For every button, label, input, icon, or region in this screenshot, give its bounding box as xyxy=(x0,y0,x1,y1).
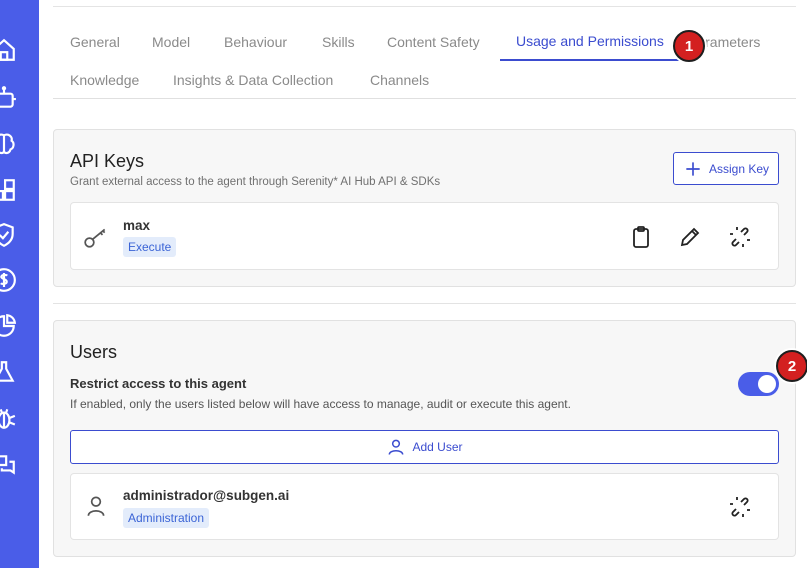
shield-icon[interactable] xyxy=(0,221,20,249)
tab-content-safety[interactable]: Content Safety xyxy=(387,33,480,51)
add-user-label: Add User xyxy=(412,440,463,454)
pie-chart-icon[interactable] xyxy=(0,312,20,340)
robot-icon[interactable] xyxy=(0,84,20,112)
section-divider xyxy=(53,303,796,304)
assign-key-button[interactable]: Assign Key xyxy=(673,152,779,185)
top-divider xyxy=(53,6,796,7)
blocks-icon[interactable] xyxy=(0,176,20,204)
annotation-badge-1: 1 xyxy=(673,30,705,62)
api-key-row: max Execute xyxy=(70,202,779,270)
clipboard-icon xyxy=(633,226,649,248)
tab-skills[interactable]: Skills xyxy=(322,33,355,51)
add-user-button[interactable]: Add User xyxy=(70,430,779,464)
active-tab-indicator xyxy=(500,59,686,61)
bug-icon[interactable] xyxy=(0,404,20,432)
sidebar xyxy=(0,0,39,568)
tab-insights[interactable]: Insights & Data Collection xyxy=(173,71,333,89)
api-key-name: max xyxy=(123,218,151,233)
tab-knowledge[interactable]: Knowledge xyxy=(70,71,139,89)
tab-general[interactable]: General xyxy=(70,33,120,51)
assign-key-label: Assign Key xyxy=(708,161,770,176)
plus-icon xyxy=(686,161,700,176)
brain-icon[interactable] xyxy=(0,130,20,158)
annotation-badge-2: 2 xyxy=(776,350,807,382)
tab-model[interactable]: Model xyxy=(152,33,190,51)
home-icon[interactable] xyxy=(0,36,20,64)
api-key-permission-tag: Execute xyxy=(123,237,177,257)
chat-icon[interactable] xyxy=(0,451,20,479)
api-keys-card: API Keys Grant external access to the ag… xyxy=(53,129,796,287)
user-email: administrador@subgen.ai xyxy=(123,488,290,503)
edit-key-button[interactable] xyxy=(676,223,704,251)
restrict-access-label: Restrict access to this agent xyxy=(70,376,247,391)
tab-channels[interactable]: Channels xyxy=(370,71,429,89)
user-role-tag: Administration xyxy=(123,508,210,528)
restrict-access-description: If enabled, only the users listed below … xyxy=(70,397,571,411)
api-keys-subtitle: Grant external access to the agent throu… xyxy=(70,176,441,188)
pencil-icon xyxy=(680,227,700,247)
toggle-knob xyxy=(758,375,776,393)
user-icon xyxy=(389,439,404,455)
tab-behaviour[interactable]: Behaviour xyxy=(224,33,287,51)
unlink-icon xyxy=(730,227,750,247)
users-title: Users xyxy=(70,342,118,362)
dollar-icon[interactable] xyxy=(0,266,20,294)
api-keys-title: API Keys xyxy=(70,151,145,171)
copy-key-button[interactable] xyxy=(627,223,655,251)
key-icon xyxy=(84,228,106,248)
flask-icon[interactable] xyxy=(0,358,20,386)
tab-usage-and-permissions[interactable]: Usage and Permissions xyxy=(516,32,664,50)
unlink-user-button[interactable] xyxy=(726,493,754,521)
users-card: Users Restrict access to this agent If e… xyxy=(53,320,796,557)
unlink-key-button[interactable] xyxy=(726,223,754,251)
user-row: administrador@subgen.ai Administration xyxy=(70,473,779,540)
person-icon xyxy=(87,496,105,516)
unlink-icon xyxy=(730,497,750,517)
restrict-access-toggle[interactable] xyxy=(738,372,779,396)
